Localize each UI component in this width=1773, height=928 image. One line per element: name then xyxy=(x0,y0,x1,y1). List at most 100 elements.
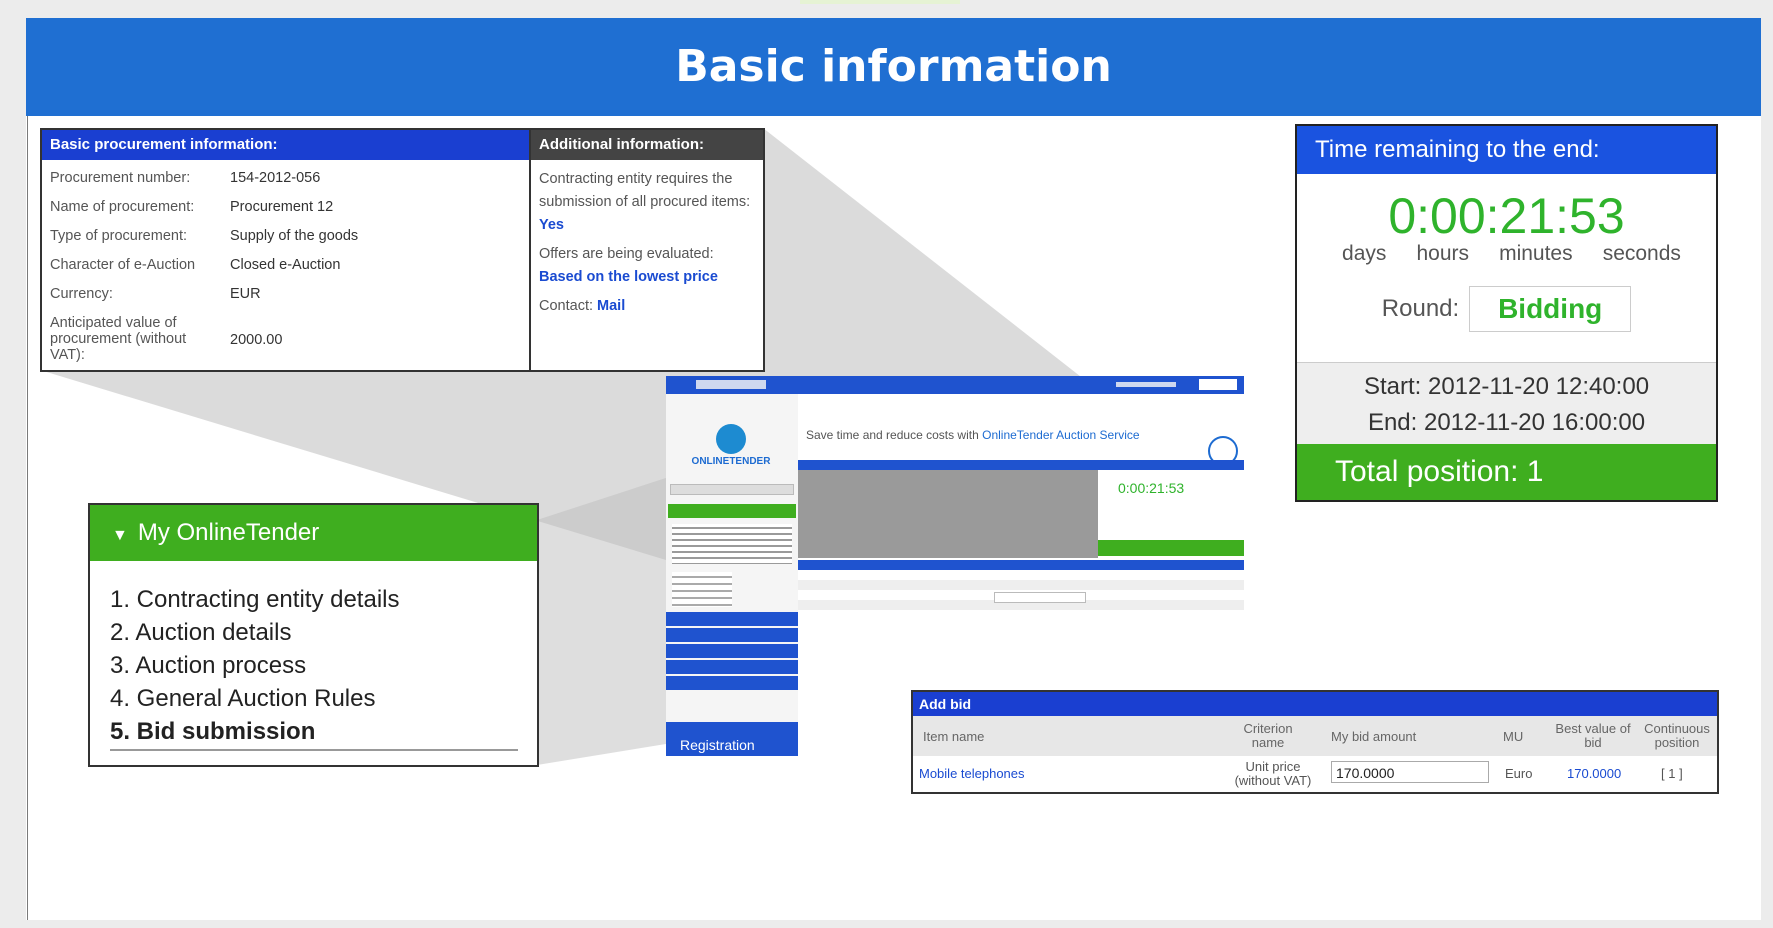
continuous-position: [ 1 ] xyxy=(1661,766,1683,781)
col-best-value: Best value of bid xyxy=(1555,721,1631,750)
add-bid-panel: Add bid Item name Criterion name My bid … xyxy=(911,690,1719,794)
procurement-row: Anticipated value of procurement (withou… xyxy=(42,315,529,365)
procurement-info-panel: Basic procurement information: Procureme… xyxy=(40,128,765,372)
menu-item[interactable]: 4. General Auction Rules xyxy=(110,682,537,715)
procurement-value: Supply of the goods xyxy=(230,228,359,244)
thumb-registration: Registration xyxy=(666,722,798,756)
logo-icon xyxy=(716,424,746,454)
my-onlinetender-header[interactable]: ▼ My OnlineTender xyxy=(90,505,537,561)
thumb-menu-list-2 xyxy=(672,572,732,607)
contact-mail-link[interactable]: Mail xyxy=(597,298,625,314)
procurement-value: Procurement 12 xyxy=(230,199,334,215)
menu-item[interactable]: 2. Auction details xyxy=(110,616,537,649)
procurement-label: Currency: xyxy=(50,286,113,302)
additional-info-panel: Additional information: Contracting enti… xyxy=(531,130,763,370)
thumb-nav-item xyxy=(666,660,798,674)
procurement-info-title: Basic procurement information: xyxy=(42,130,529,160)
procurement-row: Type of procurement: Supply of the goods xyxy=(42,228,529,257)
my-onlinetender-panel: ▼ My OnlineTender 1. Contracting entity d… xyxy=(88,503,539,767)
menu-item[interactable]: 3. Auction process xyxy=(110,649,537,682)
thumb-procurement-area xyxy=(798,460,1098,558)
col-my-bid: My bid amount xyxy=(1331,729,1417,744)
countdown-digits: 0:00:21:53 xyxy=(1388,188,1625,244)
thumb-slogan-link: OnlineTender Auction Service xyxy=(982,428,1140,442)
thumb-sidebar: ONLINETENDER Registration xyxy=(666,394,798,756)
round-label: Round: xyxy=(1381,295,1460,322)
thumb-menu-list xyxy=(672,524,792,564)
my-onlinetender-list: 1. Contracting entity details 2. Auction… xyxy=(90,561,537,748)
bid-amount-input[interactable]: 170.0000 xyxy=(1331,761,1489,783)
thumb-logout-button xyxy=(1199,379,1237,390)
time-remaining-title: Time remaining to the end: xyxy=(1297,126,1716,174)
additional-info-title: Additional information: xyxy=(531,130,763,160)
thumb-nav-item xyxy=(666,676,798,690)
start-date: Start: 2012-11-20 12:40:00 xyxy=(1363,373,1650,400)
page-thumbnail: ONLINETENDER Registration Save time and … xyxy=(666,376,1244,756)
unit-days: days xyxy=(1342,242,1387,265)
item-name-link[interactable]: Mobile telephones xyxy=(919,766,1025,781)
unit-hours: hours xyxy=(1416,242,1469,265)
countdown-units: days hours minutes seconds xyxy=(1297,242,1716,266)
procurement-label: Character of e-Auction xyxy=(50,257,196,273)
additional-text-evaluation: Offers are being evaluated: xyxy=(539,246,714,262)
thumb-panel-header xyxy=(798,460,1244,470)
onlinetender-logo: ONLINETENDER xyxy=(672,424,790,469)
thumb-add-bid-header xyxy=(798,560,1244,570)
triangle-down-icon: ▼ xyxy=(112,527,128,544)
thumb-timer: 0:00:21:53 xyxy=(1098,470,1244,558)
round-value: Bidding xyxy=(1469,286,1632,332)
thumb-total-position xyxy=(1098,540,1244,556)
col-mu: MU xyxy=(1503,729,1524,744)
auction-dates: Start: 2012-11-20 12:40:00 End: 2012-11-… xyxy=(1297,362,1716,449)
procurement-value: EUR xyxy=(230,286,261,302)
procurement-label: Procurement number: xyxy=(50,170,191,186)
table-row: Mobile telephones Unit price (without VA… xyxy=(913,756,1717,790)
procurement-row: Character of e-Auction Closed e-Auction xyxy=(42,257,529,286)
thumb-slogan-text: Save time and reduce costs with xyxy=(806,428,979,442)
thumb-add-bid-rows xyxy=(798,570,1244,610)
procurement-row: Currency: EUR xyxy=(42,286,529,315)
divider xyxy=(110,749,518,751)
menu-item-active[interactable]: 5. Bid submission xyxy=(110,715,537,748)
procurement-label: Name of procurement: xyxy=(50,199,195,215)
thumb-nav-item xyxy=(666,612,798,626)
zoom-cone-my-onlinetender xyxy=(537,476,672,765)
col-continuous-position: Continuous position xyxy=(1644,721,1710,750)
thumb-my-onlinetender xyxy=(668,504,796,518)
thumb-banner: Save time and reduce costs with OnlineTe… xyxy=(798,394,1244,466)
best-value-of-bid: 170.0000 xyxy=(1567,766,1622,781)
round-row: Round: Bidding xyxy=(1297,286,1716,332)
my-onlinetender-title: My OnlineTender xyxy=(137,519,320,546)
thumb-nav-item xyxy=(666,628,798,642)
thumb-slogan: Save time and reduce costs with OnlineTe… xyxy=(806,428,1140,442)
unit-seconds: seconds xyxy=(1602,242,1681,265)
procurement-value: Closed e-Auction xyxy=(230,257,341,273)
procurement-value: 2000.00 xyxy=(230,332,283,348)
contact-label: Contact: xyxy=(539,298,593,314)
procurement-info-left: Basic procurement information: Procureme… xyxy=(42,130,531,370)
additional-yes-link[interactable]: Yes xyxy=(539,214,755,237)
add-bid-header-row: Item name Criterion name My bid amount M… xyxy=(913,716,1717,756)
thumb-user-info xyxy=(1116,382,1176,387)
thumb-countdown: 0:00:21:53 xyxy=(1118,480,1185,496)
logo-text: ONLINETENDER xyxy=(691,456,771,467)
col-criterion: Criterion name xyxy=(1243,721,1293,750)
thumb-bid-input xyxy=(994,592,1086,603)
time-remaining-panel: Time remaining to the end: 0:00:21:53 da… xyxy=(1295,124,1718,502)
thumb-language-select xyxy=(696,380,766,389)
procurement-row: Procurement number: 154-2012-056 xyxy=(42,170,529,199)
add-bid-title: Add bid xyxy=(913,692,1717,716)
criterion-name: Unit price (without VAT) xyxy=(1234,759,1312,788)
thumb-search xyxy=(670,484,794,495)
evaluation-link[interactable]: Based on the lowest price xyxy=(539,269,718,285)
menu-item[interactable]: 1. Contracting entity details xyxy=(110,583,537,616)
unit-minutes: minutes xyxy=(1499,242,1573,265)
thumb-nav-item xyxy=(666,644,798,658)
thumb-topbar xyxy=(666,376,1244,394)
procurement-value: 154-2012-056 xyxy=(230,170,321,186)
additional-text-items: Contracting entity requires the submissi… xyxy=(539,171,751,210)
col-item-name: Item name xyxy=(923,729,985,744)
procurement-label: Anticipated value of procurement (withou… xyxy=(50,315,187,363)
procurement-label: Type of procurement: xyxy=(50,228,188,244)
total-position: Total position: 1 xyxy=(1297,444,1716,500)
